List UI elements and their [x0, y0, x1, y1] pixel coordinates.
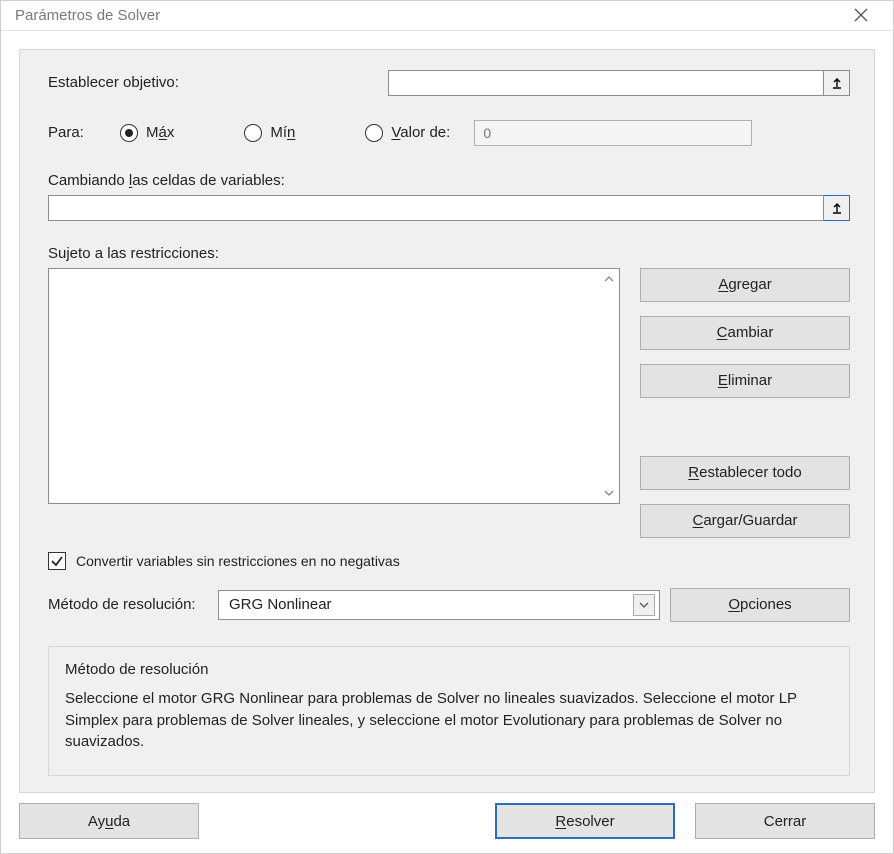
footer: Ayuda Resolver Cerrar	[19, 793, 875, 839]
method-selected: GRG Nonlinear	[229, 596, 332, 613]
nonneg-row[interactable]: Convertir variables sin restricciones en…	[48, 552, 850, 570]
radio-value-circle	[365, 124, 383, 142]
dialog-body: Establecer objetivo: Para: Máx	[1, 31, 893, 853]
radio-min[interactable]: Mín	[244, 124, 295, 142]
add-button[interactable]: Agregar	[640, 268, 850, 302]
constraints-area: Agregar Cambiar Eliminar Restablecer tod…	[48, 268, 850, 538]
constraints-buttons: Agregar Cambiar Eliminar Restablecer tod…	[640, 268, 850, 538]
constraints-list[interactable]	[48, 268, 620, 504]
method-help-title: Método de resolución	[65, 661, 833, 678]
method-help-box: Método de resolución Seleccione el motor…	[48, 646, 850, 776]
method-help-text: Seleccione el motor GRG Nonlinear para p…	[65, 688, 833, 753]
chevron-down-icon[interactable]	[633, 594, 655, 616]
radio-max-circle	[120, 124, 138, 142]
to-label: Para:	[48, 124, 120, 141]
objective-label: Establecer objetivo:	[48, 74, 388, 91]
chevron-up-icon[interactable]	[601, 271, 617, 287]
radio-value-label: Valor de:	[391, 124, 450, 141]
variables-input-wrap	[48, 195, 850, 221]
objective-ref-picker[interactable]	[824, 70, 850, 96]
nonneg-label: Convertir variables sin restricciones en…	[76, 553, 400, 569]
method-label: Método de resolución:	[48, 596, 208, 613]
to-radio-group: Máx Mín Valor de:	[120, 120, 752, 146]
constraints-label: Sujeto a las restricciones:	[48, 245, 850, 262]
to-row: Para: Máx Mín Valor de:	[48, 120, 850, 146]
radio-max[interactable]: Máx	[120, 124, 174, 142]
chevron-down-icon[interactable]	[601, 485, 617, 501]
titlebar: Parámetros de Solver	[1, 1, 893, 31]
radio-min-circle	[244, 124, 262, 142]
solve-button[interactable]: Resolver	[495, 803, 675, 839]
load-save-button[interactable]: Cargar/Guardar	[640, 504, 850, 538]
main-panel: Establecer objetivo: Para: Máx	[19, 49, 875, 793]
window-title: Parámetros de Solver	[15, 7, 160, 24]
radio-min-label: Mín	[270, 124, 295, 141]
change-button[interactable]: Cambiar	[640, 316, 850, 350]
reset-all-button[interactable]: Restablecer todo	[640, 456, 850, 490]
close-button-footer[interactable]: Cerrar	[695, 803, 875, 839]
value-of-input	[474, 120, 752, 146]
objective-row: Establecer objetivo:	[48, 70, 850, 96]
solver-window: Parámetros de Solver Establecer objetivo…	[0, 0, 894, 854]
radio-max-label: Máx	[146, 124, 174, 141]
variables-ref-picker[interactable]	[824, 195, 850, 221]
variables-label: Cambiando las celdas de variables:	[48, 172, 850, 189]
nonneg-checkbox[interactable]	[48, 552, 66, 570]
method-row: Método de resolución: GRG Nonlinear Opci…	[48, 588, 850, 622]
objective-input-wrap	[388, 70, 850, 96]
variables-input[interactable]	[48, 195, 824, 221]
options-button[interactable]: Opciones	[670, 588, 850, 622]
objective-input[interactable]	[388, 70, 824, 96]
delete-button[interactable]: Eliminar	[640, 364, 850, 398]
close-button[interactable]	[843, 1, 879, 29]
method-select[interactable]: GRG Nonlinear	[218, 590, 660, 620]
radio-value-of[interactable]: Valor de:	[365, 124, 450, 142]
help-button[interactable]: Ayuda	[19, 803, 199, 839]
